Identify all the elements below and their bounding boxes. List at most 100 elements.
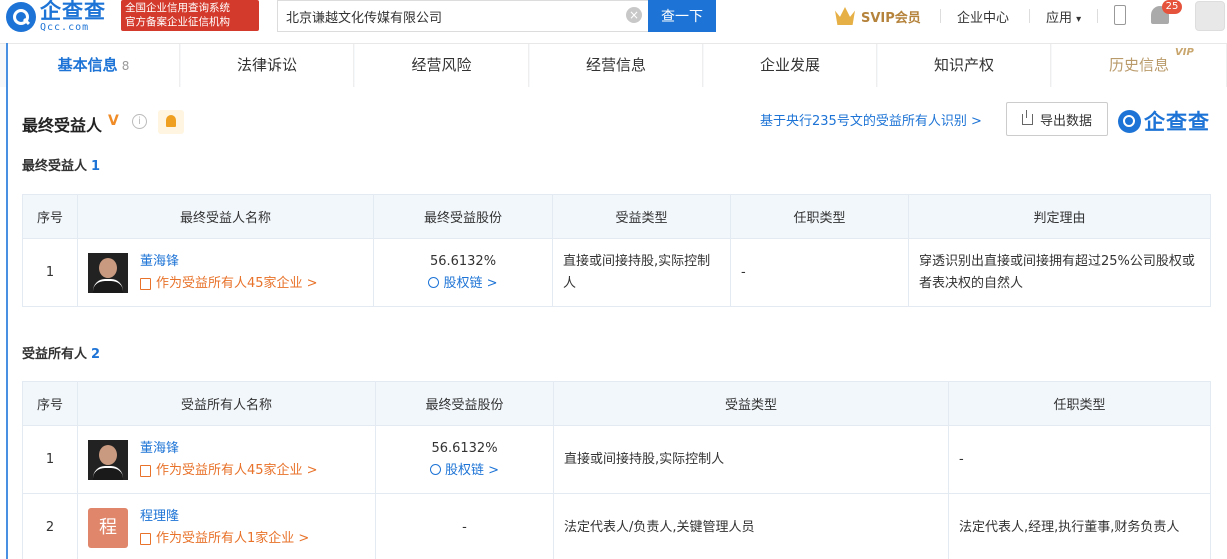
tab-basic-info[interactable]: 基本信息 8 xyxy=(8,44,180,87)
col-header: 最终受益人名称 xyxy=(77,194,374,239)
link-text: 股权链 > xyxy=(444,462,500,478)
tab-ip[interactable]: 知识产权 xyxy=(878,44,1051,87)
beneficiary-companies-link[interactable]: 作为受益所有人1家企业 > xyxy=(140,528,309,550)
logo-cn: 企查查 xyxy=(40,0,106,23)
beneficiary-cell: 董海锋 作为受益所有人45家企业 > xyxy=(77,425,376,494)
equity-chain-link[interactable]: 股权链 > xyxy=(386,460,543,482)
brand-text: 企查查 xyxy=(1144,110,1210,134)
reason: 穿透识别出直接或间接拥有超过25%公司股权或者表决权的自然人 xyxy=(908,238,1211,307)
tab-legal[interactable]: 法律诉讼 xyxy=(181,44,354,87)
qcc-logo-icon xyxy=(6,1,36,32)
subtitle-text: 最终受益人 xyxy=(22,159,88,174)
subtitle-count: 1 xyxy=(91,159,101,174)
vip-tag: VIP xyxy=(1175,47,1194,58)
building-icon xyxy=(140,464,151,477)
col-header: 最终受益股份 xyxy=(375,381,554,426)
divider xyxy=(940,9,941,23)
person-photo[interactable] xyxy=(88,252,128,293)
benefit-type: 直接或间接持股,实际控制人 xyxy=(553,425,949,494)
qcc-logo[interactable]: 企查查 Qcc.com xyxy=(6,0,106,33)
svip-label: SVIP会员 xyxy=(861,10,921,26)
tab-label: 基本信息 xyxy=(57,56,118,74)
qcc-brand-logo: 企查查 xyxy=(1118,106,1210,136)
col-header: 受益类型 xyxy=(553,381,949,426)
search-value: 北京谦越文化传媒有限公司 xyxy=(286,10,443,26)
link-text: 作为受益所有人1家企业 > xyxy=(156,530,310,546)
table-row: 1 董海锋 作为受益所有人45家企业 > 56.6132% 股权链 > 直接或间… xyxy=(22,238,1211,307)
export-label: 导出数据 xyxy=(1039,112,1092,128)
person-photo[interactable] xyxy=(88,439,128,480)
position-type: 法定代表人,经理,执行董事,财务负责人 xyxy=(948,493,1211,559)
col-header: 受益类型 xyxy=(552,194,731,239)
table-header-row: 序号 最终受益人名称 最终受益股份 受益类型 任职类型 判定理由 xyxy=(22,194,1211,239)
person-name-link[interactable]: 程理隆 xyxy=(140,506,309,528)
divider xyxy=(1097,9,1098,23)
divider xyxy=(1029,9,1030,23)
beneficiary-cell: 程 程理隆 作为受益所有人1家企业 > xyxy=(77,493,376,559)
beneficial-owner-table: 序号 受益所有人名称 最终受益股份 受益类型 任职类型 1 董海锋 作为受益所有… xyxy=(22,381,1211,559)
logo-en: Qcc.com xyxy=(40,21,90,33)
col-header: 最终受益股份 xyxy=(373,194,553,239)
badge-line1: 全国企业信用查询系统 xyxy=(125,2,230,14)
col-header: 任职类型 xyxy=(948,381,1211,426)
link-text: 作为受益所有人45家企业 > xyxy=(156,275,318,291)
subtitle-count: 2 xyxy=(91,347,101,362)
user-avatar[interactable] xyxy=(1195,1,1225,31)
row-index: 1 xyxy=(22,238,78,307)
beneficiary-companies-link[interactable]: 作为受益所有人45家企业 > xyxy=(140,273,318,295)
share-value: 56.6132% xyxy=(429,253,497,269)
beneficiary-cell: 董海锋 作为受益所有人45家企业 > xyxy=(77,238,374,307)
chain-icon xyxy=(428,276,440,288)
qcc-logo-icon xyxy=(1118,109,1141,133)
apps-menu[interactable]: 应用 ▾ xyxy=(1046,7,1081,26)
building-icon xyxy=(140,277,151,290)
col-header: 判定理由 xyxy=(908,194,1211,239)
section-title: 最终受益人 xyxy=(22,116,103,135)
link-text: 作为受益所有人45家企业 > xyxy=(156,462,318,478)
chain-icon xyxy=(429,463,441,475)
table-row: 2 程 程理隆 作为受益所有人1家企业 > - 法定代表人/负责人,关键管理人员… xyxy=(22,493,1211,559)
notification-count-badge: 25 xyxy=(1162,0,1182,14)
top-header: 企查查 Qcc.com 全国企业信用查询系统 官方备案企业征信机构 北京谦越文化… xyxy=(0,0,1227,33)
search-button[interactable]: 查一下 xyxy=(648,0,716,32)
info-icon[interactable]: i xyxy=(132,114,147,129)
tab-history[interactable]: 历史信息 xyxy=(1052,44,1227,87)
person-name-link[interactable]: 董海锋 xyxy=(140,251,318,273)
position-type: - xyxy=(730,238,909,307)
col-header: 序号 xyxy=(22,381,78,426)
chevron-down-icon: ▾ xyxy=(1076,14,1082,25)
share-cell: 56.6132% 股权链 > xyxy=(375,425,554,494)
mobile-icon[interactable] xyxy=(1114,5,1126,25)
tab-business-risk[interactable]: 经营风险 xyxy=(355,44,529,87)
verified-icon: V xyxy=(108,113,119,129)
person-char-avatar[interactable]: 程 xyxy=(88,507,128,548)
benefit-type: 法定代表人/负责人,关键管理人员 xyxy=(553,493,949,559)
tab-business-info[interactable]: 经营信息 xyxy=(530,44,703,87)
badge-line2: 官方备案企业征信机构 xyxy=(125,16,230,28)
apps-label: 应用 xyxy=(1046,11,1073,26)
ultimate-beneficiary-table: 序号 最终受益人名称 最终受益股份 受益类型 任职类型 判定理由 1 董海锋 作… xyxy=(22,194,1211,307)
crown-icon xyxy=(835,7,855,25)
share-value: 56.6132% xyxy=(431,440,498,456)
export-button[interactable]: 导出数据 xyxy=(1006,102,1108,136)
tab-count: 8 xyxy=(121,59,130,73)
search-input[interactable]: 北京谦越文化传媒有限公司 xyxy=(277,0,648,32)
logo-text: 企查查 Qcc.com xyxy=(40,0,106,33)
svip-link[interactable]: SVIP会员 xyxy=(835,5,921,27)
credit-system-badge[interactable]: 全国企业信用查询系统 官方备案企业征信机构 xyxy=(121,0,259,31)
accent-bar xyxy=(6,43,8,559)
person-name-link[interactable]: 董海锋 xyxy=(140,438,318,460)
table-header-row: 序号 受益所有人名称 最终受益股份 受益类型 任职类型 xyxy=(22,381,1211,426)
enterprise-center-link[interactable]: 企业中心 xyxy=(957,7,1009,26)
subscribe-bell-icon[interactable] xyxy=(158,110,184,134)
equity-chain-link[interactable]: 股权链 > xyxy=(384,273,542,295)
share-cell: 56.6132% 股权链 > xyxy=(373,238,553,307)
col-header: 受益所有人名称 xyxy=(77,381,376,426)
link-text: 股权链 > xyxy=(443,275,498,291)
clear-icon[interactable]: × xyxy=(626,7,642,23)
pboc-235-link[interactable]: 基于央行235号文的受益所有人识别 > xyxy=(760,110,982,129)
beneficiary-companies-link[interactable]: 作为受益所有人45家企业 > xyxy=(140,460,318,482)
building-icon xyxy=(140,532,151,545)
download-icon xyxy=(1021,109,1033,125)
tab-development[interactable]: 企业发展 xyxy=(704,44,877,87)
